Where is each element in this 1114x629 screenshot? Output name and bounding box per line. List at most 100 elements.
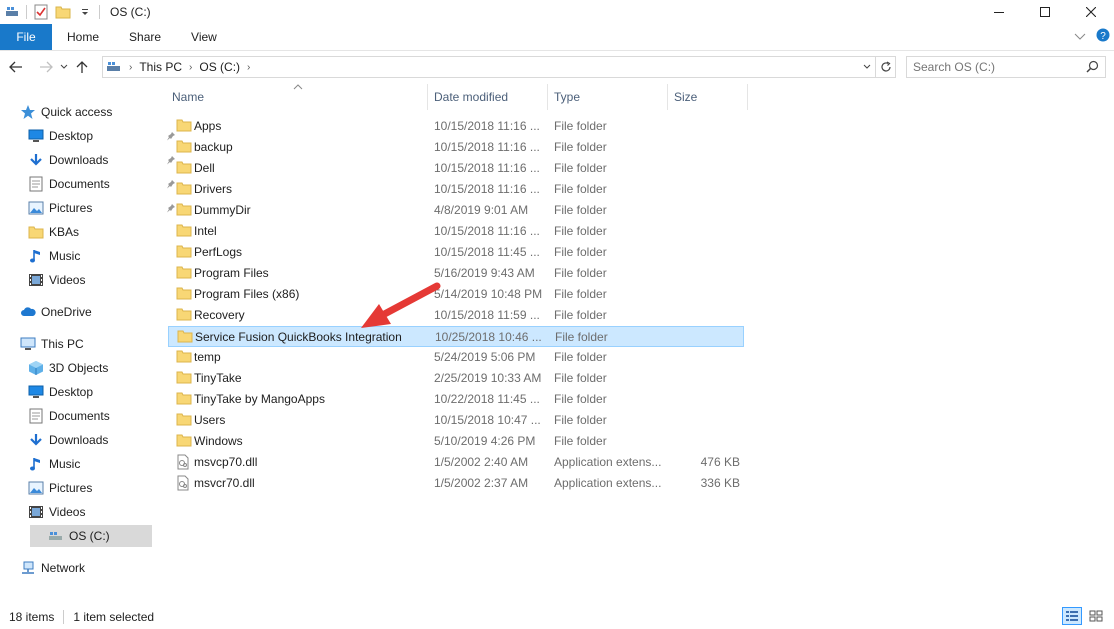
sidebar-item-desktop[interactable]: Desktop [28, 125, 175, 147]
minimize-button[interactable] [976, 0, 1022, 24]
file-type: File folder [555, 330, 608, 344]
tab-file[interactable]: File [0, 24, 52, 50]
sidebar-item-kbas[interactable]: KBAs [28, 221, 79, 243]
expand-ribbon-icon[interactable] [1074, 30, 1086, 44]
folder-icon [28, 224, 44, 240]
file-date: 10/15/2018 11:16 ... [434, 182, 540, 196]
forward-button[interactable] [35, 56, 57, 78]
column-header-size[interactable]: Size [668, 84, 748, 110]
refresh-button[interactable] [876, 56, 896, 78]
breadcrumb-os-c[interactable]: OS (C:) [195, 60, 244, 74]
videos-icon [28, 504, 44, 520]
title-bar: OS (C:) [0, 0, 1114, 24]
help-icon[interactable]: ? [1096, 28, 1110, 45]
search-box[interactable] [906, 56, 1106, 78]
address-bar[interactable]: › This PC › OS (C:) › [102, 56, 876, 78]
dll-file-icon [176, 454, 192, 470]
file-name: msvcr70.dll [194, 476, 255, 490]
nav-this-pc[interactable]: This PC [20, 333, 84, 355]
file-type: Application extens... [554, 476, 662, 490]
tab-view[interactable]: View [176, 24, 232, 50]
sidebar-item-downloads[interactable]: Downloads [28, 429, 108, 451]
file-row[interactable]: TinyTake 2/25/2019 10:33 AM File folder [168, 368, 744, 389]
sidebar-item-desktop[interactable]: Desktop [28, 381, 93, 403]
sidebar-item-os-c[interactable]: OS (C:) [30, 525, 152, 547]
back-button[interactable] [5, 56, 27, 78]
file-row[interactable]: temp 5/24/2019 5:06 PM File folder [168, 347, 744, 368]
recent-locations-button[interactable] [57, 56, 71, 78]
nav-quick-access[interactable]: Quick access [20, 101, 112, 123]
nav-onedrive[interactable]: OneDrive [20, 301, 92, 323]
nav-label: 3D Objects [49, 361, 109, 375]
address-dropdown-icon[interactable] [859, 57, 875, 77]
drive-icon [48, 528, 64, 544]
large-icons-view-button[interactable] [1086, 607, 1106, 625]
file-row[interactable]: PerfLogs 10/15/2018 11:45 ... File folder [168, 242, 744, 263]
file-row[interactable]: DummyDir 4/8/2019 9:01 AM File folder [168, 200, 744, 221]
file-row[interactable]: msvcr70.dll 1/5/2002 2:37 AM Application e… [168, 473, 744, 494]
sidebar-item-documents[interactable]: Documents [28, 173, 175, 195]
new-folder-icon[interactable] [55, 4, 71, 20]
file-row[interactable]: msvcp70.dll 1/5/2002 2:40 AM Application e… [168, 452, 744, 473]
file-row[interactable]: Apps 10/15/2018 11:16 ... File folder [168, 116, 744, 137]
file-row[interactable]: TinyTake by MangoApps 10/22/2018 11:45 ..… [168, 389, 744, 410]
file-row[interactable]: backup 10/15/2018 11:16 ... File folder [168, 137, 744, 158]
file-date: 10/15/2018 11:16 ... [434, 224, 540, 238]
window-title: OS (C:) [110, 5, 151, 19]
file-type: File folder [554, 413, 607, 427]
file-row[interactable]: Dell 10/15/2018 11:16 ... File folder [168, 158, 744, 179]
file-row[interactable]: Service Fusion QuickBooks Integration 10/… [168, 326, 744, 347]
file-type: File folder [554, 350, 607, 364]
nav-label: Downloads [49, 153, 109, 167]
drive-icon[interactable] [4, 4, 20, 20]
close-button[interactable] [1068, 0, 1114, 24]
tab-home[interactable]: Home [52, 24, 114, 50]
sidebar-item-music[interactable]: Music [28, 453, 80, 475]
details-view-button[interactable] [1062, 607, 1082, 625]
breadcrumb-chevron[interactable]: › [126, 62, 135, 73]
sidebar-item-pictures[interactable]: Pictures [28, 477, 92, 499]
sidebar-item-pictures[interactable]: Pictures [28, 197, 175, 219]
search-input[interactable] [913, 60, 1083, 74]
file-name: temp [194, 350, 221, 364]
breadcrumb-this-pc[interactable]: This PC [135, 60, 186, 74]
file-row[interactable]: Program Files (x86) 5/14/2019 10:48 PM Fil… [168, 284, 744, 305]
folder-icon [176, 307, 192, 323]
file-row[interactable]: Program Files 5/16/2019 9:43 AM File folde… [168, 263, 744, 284]
nav-label: Desktop [49, 129, 94, 143]
sidebar-item-3d-objects[interactable]: 3D Objects [28, 357, 108, 379]
customize-toolbar-icon[interactable] [77, 4, 93, 20]
breadcrumb-chevron[interactable]: › [186, 62, 195, 73]
file-type: File folder [554, 434, 607, 448]
sidebar-item-downloads[interactable]: Downloads [28, 149, 175, 171]
sidebar-item-documents[interactable]: Documents [28, 405, 110, 427]
file-name: Windows [194, 434, 243, 448]
nav-label: Quick access [41, 105, 113, 119]
file-row[interactable]: Windows 5/10/2019 4:26 PM File folder [168, 431, 744, 452]
file-date: 5/16/2019 9:43 AM [434, 266, 535, 280]
file-name: Apps [194, 119, 222, 133]
nav-label: Pictures [49, 481, 93, 495]
sidebar-item-videos[interactable]: Videos [28, 501, 85, 523]
file-row[interactable]: Intel 10/15/2018 11:16 ... File folder [168, 221, 744, 242]
file-row[interactable]: Drivers 10/15/2018 11:16 ... File folder [168, 179, 744, 200]
tab-share[interactable]: Share [114, 24, 176, 50]
sidebar-item-music[interactable]: Music [28, 245, 80, 267]
properties-icon[interactable] [33, 4, 49, 20]
column-header-date[interactable]: Date modified [428, 84, 548, 110]
folder-icon [176, 412, 192, 428]
file-type: File folder [554, 245, 607, 259]
file-row[interactable]: Recovery 10/15/2018 11:59 ... File folder [168, 305, 744, 326]
quick-access-toolbar: OS (C:) [0, 0, 151, 24]
nav-network[interactable]: Network [20, 557, 85, 579]
maximize-button[interactable] [1022, 0, 1068, 24]
file-name: Intel [194, 224, 217, 238]
search-icon[interactable] [1086, 60, 1099, 76]
folder-icon [176, 244, 192, 260]
breadcrumb-chevron[interactable]: › [244, 62, 253, 73]
nav-label: Music [49, 457, 81, 471]
up-button[interactable] [71, 56, 93, 78]
file-row[interactable]: Users 10/15/2018 10:47 ... File folder [168, 410, 744, 431]
column-header-type[interactable]: Type [548, 84, 668, 110]
sidebar-item-videos[interactable]: Videos [28, 269, 85, 291]
